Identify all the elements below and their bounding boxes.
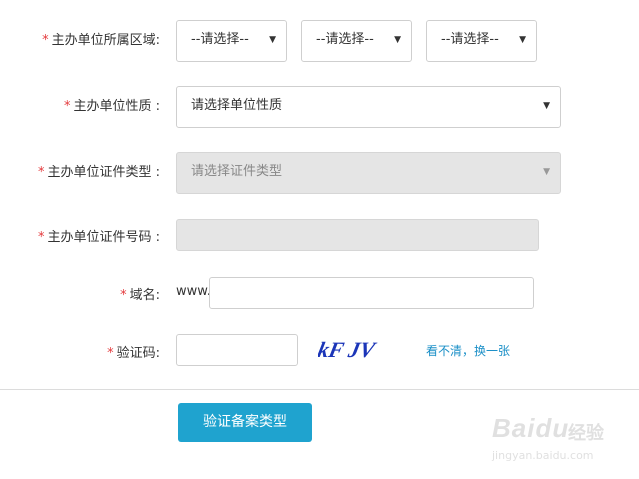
province-select[interactable]: --请选择-- ▼ [176,20,287,62]
required-mark: * [42,33,49,48]
required-mark: * [63,99,71,114]
cert-type-select: 请选择证件类型 ▼ [176,152,561,194]
captcha-label: * 验证码: [107,342,160,361]
watermark-logo: Baidu 经验 jingyan.baidu.com [478,405,628,467]
region-label: * 主办单位所属区域: [42,29,160,48]
required-mark: * [120,288,127,303]
captcha-label-text: 验证码: [116,346,160,361]
city-select-value: --请选择-- [316,32,374,47]
domain-label-text: 域名: [129,288,160,303]
divider [0,389,639,390]
verify-record-type-button[interactable]: 验证备案类型 [178,403,312,442]
required-mark: * [37,165,45,180]
domain-label: * 域名: [120,284,160,303]
nature-select[interactable]: 请选择单位性质 ▼ [176,86,561,128]
cert-number-label: * 主办单位证件号码 : [38,226,160,245]
district-select[interactable]: --请选择-- ▼ [426,20,537,62]
required-mark: * [37,230,45,245]
chevron-down-icon: ▼ [543,167,550,177]
watermark-url: jingyan.baidu.com [492,449,594,462]
cert-number-field [176,219,539,251]
chevron-down-icon: ▼ [543,101,550,111]
province-select-value: --请选择-- [191,32,249,47]
domain-input[interactable] [209,277,534,309]
nature-select-value: 请选择单位性质 [191,98,283,113]
cert-type-label: * 主办单位证件类型 : [38,161,160,180]
cert-number-label-text: 主办单位证件号码 : [47,230,160,245]
watermark-brand: Baidu [492,413,570,443]
chevron-down-icon: ▼ [519,35,526,45]
captcha-input[interactable] [176,334,298,366]
district-select-value: --请选择-- [441,32,499,47]
region-label-text: 主办单位所属区域: [51,33,160,48]
cert-type-select-value: 请选择证件类型 [191,164,283,179]
required-mark: * [107,346,114,361]
nature-label-text: 主办单位性质 : [73,99,160,114]
watermark-cn: 经验 [568,423,604,444]
domain-prefix: www. [176,284,211,299]
cert-type-label-text: 主办单位证件类型 : [47,165,160,180]
nature-label: * 主办单位性质 : [64,95,160,114]
chevron-down-icon: ▼ [394,35,401,45]
captcha-image[interactable]: kF JV [318,336,384,364]
captcha-image-text: kF JV [318,337,379,362]
chevron-down-icon: ▼ [269,35,276,45]
captcha-refresh-link[interactable]: 看不清，换一张 [426,342,510,359]
city-select[interactable]: --请选择-- ▼ [301,20,412,62]
